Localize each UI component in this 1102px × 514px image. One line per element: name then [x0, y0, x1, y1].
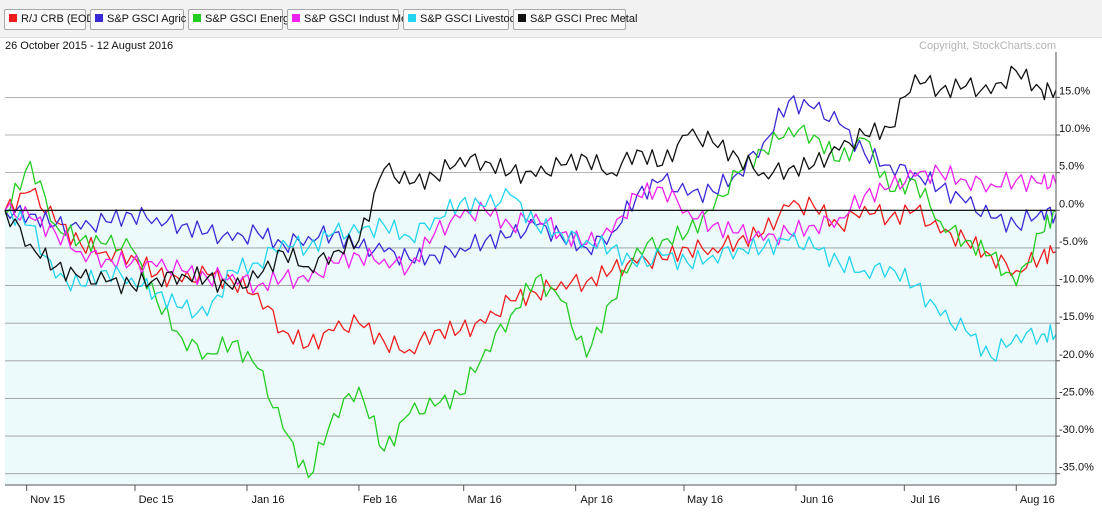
y-tick-label: -20.0%	[1059, 349, 1094, 361]
y-tick-label: -30.0%	[1059, 424, 1094, 436]
x-tick-label: Apr 16	[580, 494, 612, 506]
x-tick-label: Jun 16	[800, 494, 833, 506]
y-tick-label: 0.0%	[1059, 198, 1084, 210]
chart: 15.0% 10.0% 5.0% 0.0% -5.0% -10.0% -15.0% -20.0…	[4, 52, 1094, 506]
x-tick-label: Jan 16	[251, 494, 284, 506]
y-tick-label: 10.0%	[1059, 123, 1090, 135]
x-tick-label: Nov 15	[30, 494, 65, 506]
y-tick-label: -25.0%	[1059, 386, 1094, 398]
y-tick-label: 15.0%	[1059, 85, 1090, 97]
x-tick-label: Feb 16	[363, 494, 397, 506]
negative-region-fill	[5, 210, 1056, 485]
x-tick-label: Aug 16	[1020, 494, 1055, 506]
y-tick-label: 5.0%	[1059, 161, 1084, 173]
x-tick-label: May 16	[687, 494, 723, 506]
y-tick-label: -15.0%	[1059, 311, 1094, 323]
y-tick-label: -10.0%	[1059, 274, 1094, 286]
y-tick-label: -5.0%	[1059, 236, 1088, 248]
x-tick-label: Mar 16	[468, 494, 502, 506]
x-tick-label: Dec 15	[139, 494, 174, 506]
x-tick-label: Jul 16	[911, 494, 940, 506]
y-tick-label: -35.0%	[1059, 462, 1094, 474]
